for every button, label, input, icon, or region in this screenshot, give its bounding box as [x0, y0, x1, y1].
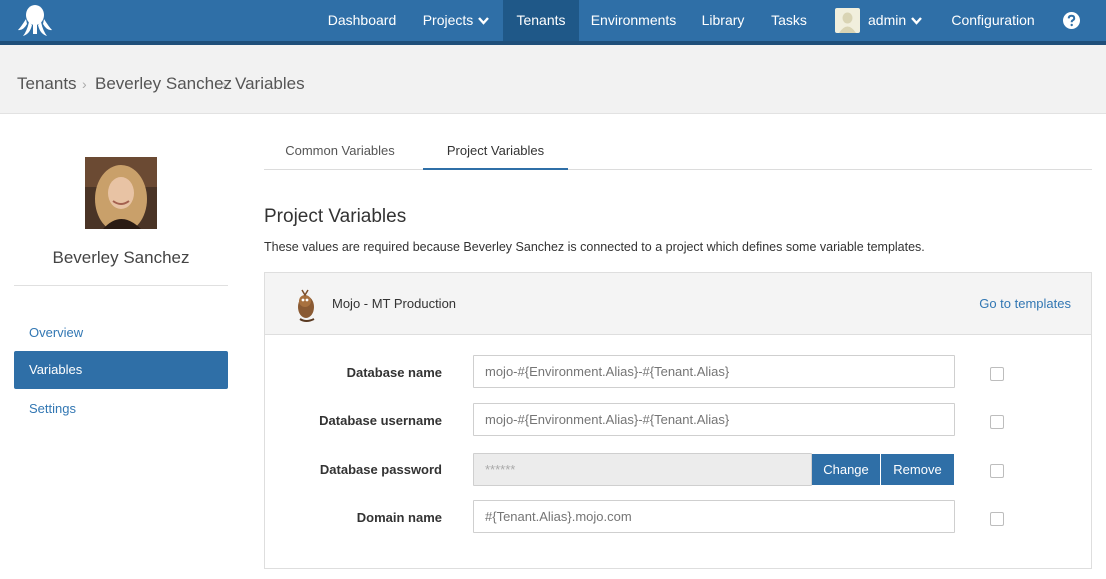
project-name: Mojo - MT Production — [332, 296, 457, 311]
user-avatar[interactable] — [835, 8, 860, 33]
page-title: Project Variables — [264, 206, 407, 227]
database-password-checkbox[interactable] — [990, 464, 1004, 478]
nav-dashboard[interactable]: Dashboard — [317, 0, 407, 41]
sidebar-item-settings[interactable]: Settings — [14, 390, 228, 428]
tab-common-variables[interactable]: Common Variables — [270, 140, 410, 170]
nav-tasks[interactable]: Tasks — [760, 0, 818, 41]
nav-projects[interactable]: Projects — [410, 0, 502, 41]
database-username-checkbox[interactable] — [990, 415, 1004, 429]
database-name-checkbox[interactable] — [990, 367, 1004, 381]
page-description: These values are required because Beverl… — [264, 240, 925, 254]
top-nav-bar: Dashboard Projects Tenants Environments … — [0, 0, 1106, 41]
nav-admin-menu[interactable]: admin — [868, 0, 928, 41]
breadcrumb-separator-icon: › — [82, 76, 87, 92]
octopus-logo-icon[interactable] — [17, 3, 53, 37]
variable-label: Database password — [319, 462, 442, 477]
help-icon[interactable] — [1063, 12, 1080, 29]
change-password-button[interactable]: Change — [812, 454, 880, 485]
remove-password-button[interactable]: Remove — [881, 454, 954, 485]
sidebar-divider — [14, 285, 228, 286]
breadcrumb-separator-icon: › — [222, 76, 227, 92]
project-logo-icon — [298, 289, 315, 322]
variable-label: Domain name — [356, 510, 442, 525]
database-name-input[interactable] — [473, 355, 955, 388]
sidebar-item-variables[interactable]: Variables — [14, 351, 228, 389]
go-to-templates-link[interactable]: Go to templates — [979, 296, 1071, 311]
breadcrumb: Tenants › Beverley Sanchez › Variables — [0, 45, 1106, 114]
nav-library[interactable]: Library — [690, 0, 756, 41]
nav-tenants[interactable]: Tenants — [503, 0, 579, 41]
breadcrumb-tenants[interactable]: Tenants — [17, 74, 77, 94]
breadcrumb-current: Variables — [235, 74, 305, 93]
tab-project-variables[interactable]: Project Variables — [423, 140, 568, 170]
chevron-down-icon — [911, 17, 923, 26]
nav-configuration[interactable]: Configuration — [940, 0, 1046, 41]
tenant-photo — [85, 157, 157, 229]
sidebar-item-overview[interactable]: Overview — [14, 314, 228, 352]
variable-label: Database username — [319, 413, 442, 428]
project-card-header: Mojo - MT Production Go to templates — [265, 273, 1091, 335]
domain-name-checkbox[interactable] — [990, 512, 1004, 526]
domain-name-input[interactable] — [473, 500, 955, 533]
user-avatar-icon — [839, 12, 856, 33]
database-password-field: ****** — [473, 453, 812, 486]
nav-admin-label: admin — [868, 12, 907, 28]
nav-projects-label: Projects — [422, 12, 474, 28]
database-username-input[interactable] — [473, 403, 955, 436]
variable-label: Database name — [346, 365, 442, 380]
tenant-avatar — [85, 157, 157, 229]
breadcrumb-tenant-name[interactable]: Beverley Sanchez — [95, 74, 232, 94]
chevron-down-icon — [478, 17, 490, 26]
tenant-name: Beverley Sanchez — [52, 248, 190, 267]
nav-environments[interactable]: Environments — [581, 0, 686, 41]
